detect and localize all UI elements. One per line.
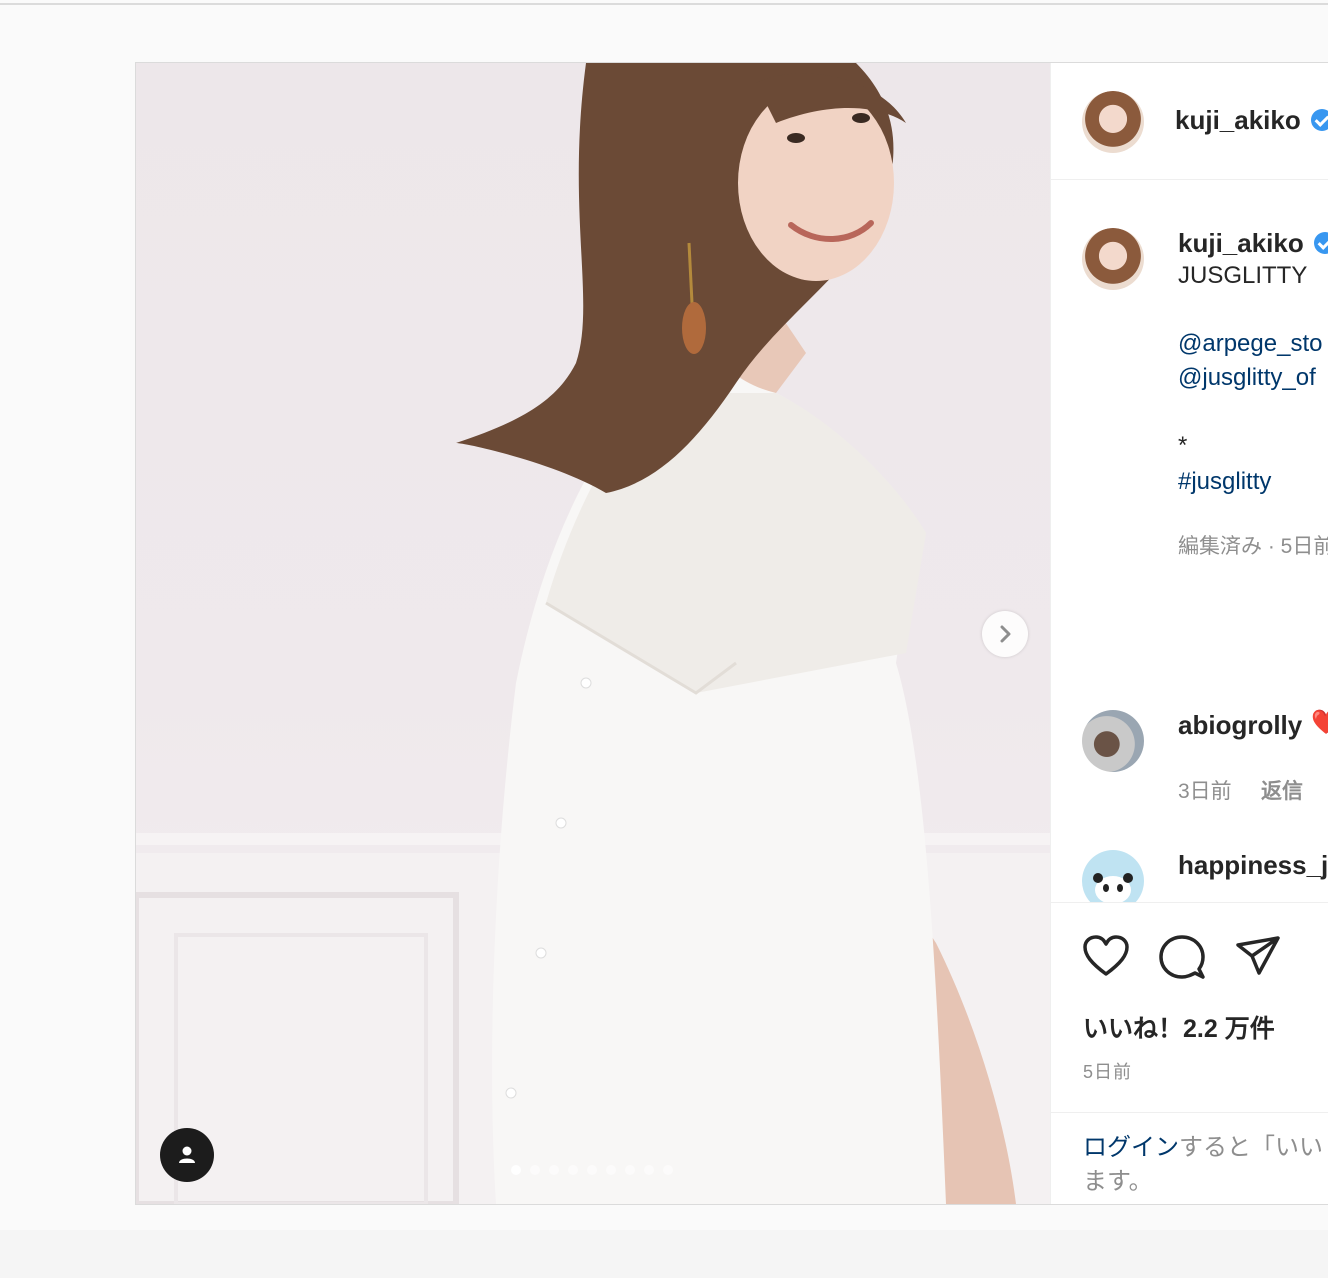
carousel-dot [663, 1165, 673, 1175]
comment-reply-button[interactable]: 返信 [1261, 775, 1303, 805]
like-button[interactable] [1083, 935, 1129, 982]
top-divider [0, 3, 1328, 5]
comments-panel[interactable]: kuji_akiko JUSGLITTY @arpege_sto @jusgli… [1051, 180, 1328, 902]
login-prompt: ログインすると「いい ます。 [1051, 1112, 1328, 1205]
login-prompt-text: すると「いい [1179, 1134, 1323, 1161]
heart-emoji: ❤️ [1311, 709, 1328, 736]
caption-hashtag[interactable]: #jusglitty [1178, 468, 1271, 496]
user-tags-button[interactable] [160, 1128, 214, 1182]
post-sidebar: kuji_akiko kuji_akiko JUSGLITTY @arpege_… [1050, 63, 1328, 1204]
post-media[interactable] [136, 63, 1050, 1204]
caption-avatar[interactable] [1082, 228, 1144, 290]
caption-mention[interactable]: @jusglitty_of [1178, 364, 1316, 392]
author-username[interactable]: kuji_akiko [1175, 105, 1301, 136]
likes-count[interactable]: いいね！2.2 万件 [1083, 1009, 1275, 1045]
carousel-dot [568, 1165, 578, 1175]
user-tag-icon [179, 1146, 195, 1163]
caption-meta: 編集済み · 5日前 [1178, 535, 1328, 558]
share-icon [1236, 936, 1280, 975]
carousel-dot [530, 1165, 540, 1175]
post-actions: いいね！2.2 万件 5日前 [1051, 902, 1328, 1113]
verified-icon [1314, 232, 1328, 254]
carousel-dot [606, 1165, 616, 1175]
carousel-indicator [511, 1165, 673, 1175]
comment-time: 3日前 [1178, 780, 1232, 803]
login-prompt-line2: ます。 [1083, 1168, 1153, 1195]
caption-text: JUSGLITTY [1178, 262, 1308, 289]
chevron-right-icon [1000, 625, 1011, 643]
carousel-dot [587, 1165, 597, 1175]
login-prompt-line1: ログインすると「いい [1083, 1127, 1323, 1162]
carousel-dot [511, 1165, 521, 1175]
post-timestamp[interactable]: 5日前 [1083, 1058, 1132, 1084]
comment-avatar[interactable] [1082, 710, 1144, 772]
carousel-dot [625, 1165, 635, 1175]
post-card: kuji_akiko kuji_akiko JUSGLITTY @arpege_… [135, 62, 1328, 1205]
comment-button[interactable] [1159, 935, 1205, 984]
page-footer-strip [0, 1230, 1328, 1278]
post-header: kuji_akiko [1051, 63, 1328, 180]
author-avatar[interactable] [1082, 91, 1144, 153]
heart-icon [1083, 935, 1129, 976]
comment-username[interactable]: happiness_j [1178, 850, 1328, 881]
comment-icon [1159, 935, 1205, 979]
caption-text: * [1178, 432, 1188, 459]
carousel-dot [644, 1165, 654, 1175]
carousel-next-button[interactable] [982, 611, 1028, 657]
caption-mention[interactable]: @arpege_sto [1178, 330, 1322, 358]
panda-avatar-icon [1093, 873, 1133, 902]
share-button[interactable] [1235, 935, 1281, 982]
login-link[interactable]: ログイン [1083, 1134, 1179, 1161]
carousel-dot [549, 1165, 559, 1175]
post-photo [136, 63, 1050, 1204]
caption-username[interactable]: kuji_akiko [1178, 228, 1304, 259]
comment-username[interactable]: abiogrolly [1178, 710, 1302, 741]
comment-avatar[interactable] [1082, 850, 1144, 902]
verified-icon [1311, 109, 1328, 131]
